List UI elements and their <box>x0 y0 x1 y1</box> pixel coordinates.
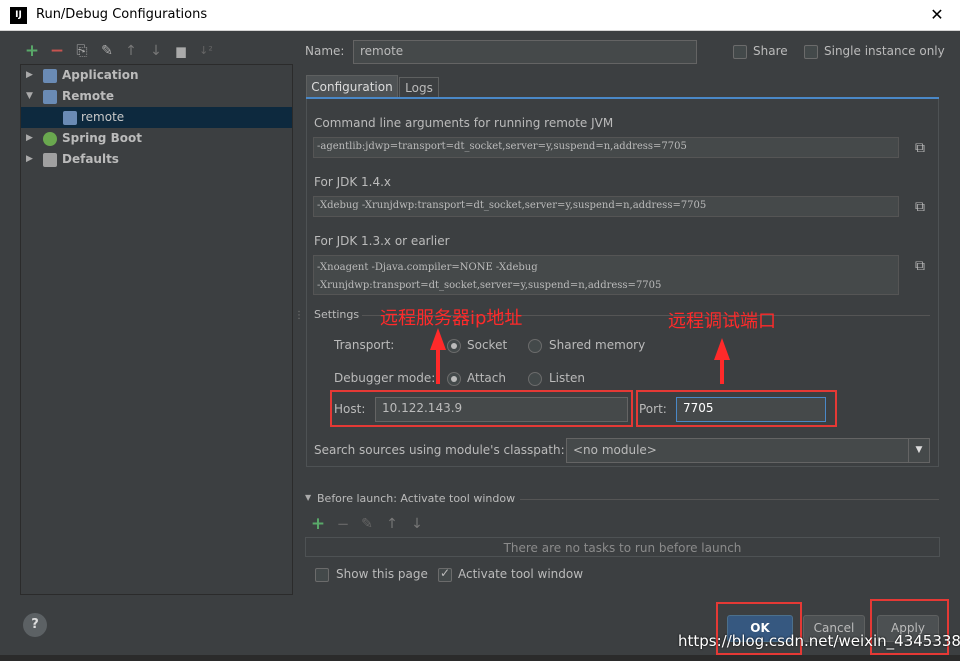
share-label: Share <box>753 44 788 58</box>
tree-item-defaults[interactable]: ▶ Defaults <box>21 149 292 170</box>
jdk14-label: For JDK 1.4.x <box>314 175 392 189</box>
help-button[interactable]: ? <box>23 613 47 637</box>
host-input[interactable]: 10.122.143.9 <box>375 397 628 422</box>
single-instance-label: Single instance only <box>824 44 945 58</box>
defaults-wrench-icon <box>43 153 57 167</box>
settings-label: Settings <box>314 308 360 321</box>
add-icon[interactable]: + <box>22 40 42 62</box>
move-task-down-icon[interactable]: ↓ <box>407 513 427 535</box>
share-checkbox[interactable] <box>733 45 747 59</box>
tree-item-label: remote <box>81 110 125 124</box>
annotation-server-ip: 远程服务器ip地址 <box>380 308 523 329</box>
debugger-mode-label: Debugger mode: <box>334 371 436 385</box>
copy-icon[interactable]: ⎘ <box>72 40 92 62</box>
port-label: Port: <box>639 402 667 416</box>
before-launch-toggle-icon[interactable]: ▼ <box>305 493 311 502</box>
jdk13-line-1: -Xnoagent -Djava.compiler=NONE -Xdebug <box>317 262 538 273</box>
before-launch-task-list: There are no tasks to run before launch <box>305 537 940 557</box>
close-button[interactable]: ✕ <box>922 3 952 27</box>
cmd-args-label: Command line arguments for running remot… <box>314 116 614 130</box>
tree-item-remote[interactable]: ▼ Remote <box>21 86 292 107</box>
tab-logs[interactable]: Logs <box>399 77 439 99</box>
move-task-up-icon[interactable]: ↑ <box>382 513 402 535</box>
listen-radio[interactable] <box>528 372 542 386</box>
jdk13-field[interactable]: -Xnoagent -Djava.compiler=NONE -Xdebug -… <box>313 255 899 295</box>
intellij-logo-icon: IJ <box>10 7 27 24</box>
remote-icon <box>43 90 57 104</box>
attach-radio[interactable] <box>447 372 461 386</box>
expand-arrow-icon[interactable]: ▶ <box>26 128 36 149</box>
name-label: Name: <box>305 44 345 58</box>
single-instance-checkbox[interactable] <box>804 45 818 59</box>
remote-config-icon <box>63 111 77 125</box>
window-title: Run/Debug Configurations <box>36 7 208 22</box>
module-label: Search sources using module's classpath: <box>314 443 565 457</box>
bottom-strip <box>0 655 960 661</box>
tree-item-remote-config[interactable]: remote <box>21 107 292 128</box>
show-this-page-label: Show this page <box>336 567 428 581</box>
copy-cmd-icon[interactable]: ⧉ <box>909 137 931 159</box>
transport-label: Transport: <box>334 338 395 352</box>
port-input[interactable]: 7705 <box>676 397 826 422</box>
red-arrow-up-icon <box>714 338 730 384</box>
tree-item-label: Application <box>62 68 139 82</box>
expand-arrow-icon[interactable]: ▶ <box>26 65 36 86</box>
wrench-icon[interactable]: ✎ <box>97 40 117 62</box>
name-input[interactable]: remote <box>353 40 697 64</box>
jdk14-field[interactable]: -Xdebug -Xrunjdwp:transport=dt_socket,se… <box>313 196 899 217</box>
socket-radio[interactable] <box>447 339 461 353</box>
cmd-args-field[interactable]: -agentlib:jdwp=transport=dt_socket,serve… <box>313 137 899 158</box>
remove-icon[interactable]: − <box>47 40 67 62</box>
before-launch-divider <box>520 499 939 500</box>
tree-item-spring-boot[interactable]: ▶ Spring Boot <box>21 128 292 149</box>
application-icon <box>43 69 57 83</box>
show-this-page-checkbox[interactable] <box>315 568 329 582</box>
expand-arrow-icon[interactable]: ▶ <box>26 149 36 170</box>
sort-icon[interactable]: ↓² <box>196 40 216 62</box>
configuration-tree: ▶ Application ▼ Remote remote ▶ Spring B… <box>20 64 293 595</box>
folder-icon[interactable]: ▆ <box>171 40 191 62</box>
shared-memory-radio[interactable] <box>528 339 542 353</box>
copy-jdk14-icon[interactable]: ⧉ <box>909 196 931 218</box>
host-label: Host: <box>334 402 366 416</box>
edit-task-icon[interactable]: ✎ <box>357 513 377 535</box>
before-launch-label: Before launch: Activate tool window <box>317 492 516 505</box>
copy-jdk13-icon[interactable]: ⧉ <box>909 255 931 277</box>
add-task-icon[interactable]: + <box>308 513 328 535</box>
tree-item-application[interactable]: ▶ Application <box>21 65 292 86</box>
shared-memory-label: Shared memory <box>549 338 646 352</box>
spring-boot-icon <box>43 132 57 146</box>
annotation-debug-port: 远程调试端口 <box>668 311 776 332</box>
jdk13-label: For JDK 1.3.x or earlier <box>314 234 450 248</box>
splitter-handle[interactable]: ⋮ <box>294 310 304 324</box>
activate-tool-window-label: Activate tool window <box>458 567 584 581</box>
attach-label: Attach <box>467 371 506 385</box>
tree-item-label: Defaults <box>62 152 119 166</box>
move-up-icon[interactable]: ↑ <box>121 40 141 62</box>
watermark-text: https://blog.csdn.net/weixin_43453386 <box>678 632 960 650</box>
tree-item-label: Spring Boot <box>62 131 142 145</box>
listen-label: Listen <box>549 371 585 385</box>
chevron-down-icon[interactable]: ▼ <box>908 439 929 462</box>
collapse-arrow-icon[interactable]: ▼ <box>26 86 36 107</box>
socket-label: Socket <box>467 338 508 352</box>
move-down-icon[interactable]: ↓ <box>146 40 166 62</box>
module-select[interactable]: <no module> <box>566 438 930 463</box>
tab-configuration[interactable]: Configuration <box>306 75 398 99</box>
tree-item-label: Remote <box>62 89 115 103</box>
remove-task-icon[interactable]: − <box>333 513 353 535</box>
jdk13-line-2: -Xrunjdwp:transport=dt_socket,server=y,s… <box>317 280 662 291</box>
activate-tool-window-checkbox[interactable] <box>438 566 452 582</box>
